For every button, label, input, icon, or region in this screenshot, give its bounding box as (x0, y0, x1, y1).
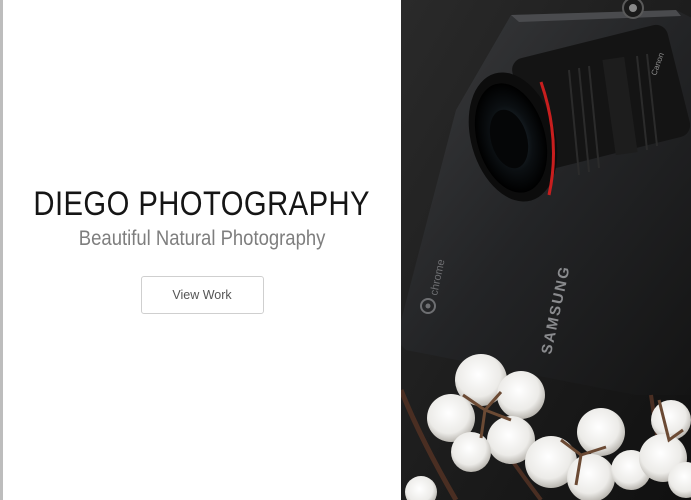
page: DIEGO PHOTOGRAPHY Beautiful Natural Phot… (0, 0, 691, 500)
hero-photo: chrome SAMSUNG Canon (401, 0, 691, 500)
hero-text-panel: DIEGO PHOTOGRAPHY Beautiful Natural Phot… (3, 0, 401, 500)
view-work-button[interactable]: View Work (140, 276, 264, 314)
camera-laptop-photo: chrome SAMSUNG Canon (401, 0, 691, 500)
hero-title: DIEGO PHOTOGRAPHY (33, 185, 371, 223)
hero-subtitle: Beautiful Natural Photography (78, 227, 326, 250)
